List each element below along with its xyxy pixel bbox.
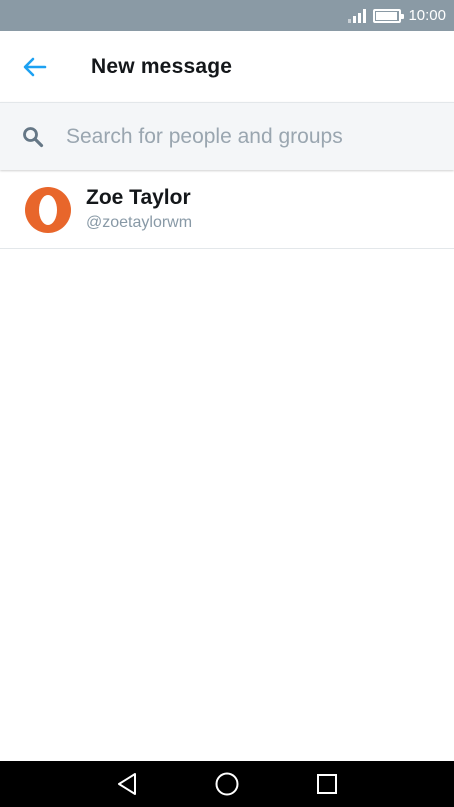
status-bar: 10:00 (0, 0, 454, 31)
search-input[interactable] (66, 103, 454, 170)
status-time: 10:00 (408, 7, 446, 24)
recents-square-icon (317, 774, 337, 794)
navigation-bar (0, 761, 454, 807)
battery-icon (373, 8, 405, 23)
search-icon (0, 126, 66, 148)
nav-home-button[interactable] (177, 761, 277, 807)
battery-fill (376, 11, 398, 20)
header: New message (0, 31, 454, 102)
nav-back-button[interactable] (77, 761, 177, 807)
page-title: New message (91, 54, 233, 78)
result-text: Zoe Taylor @zoetaylorwm (86, 185, 192, 234)
search-bar (0, 102, 454, 170)
result-handle: @zoetaylorwm (86, 214, 193, 231)
result-row[interactable]: Zoe Taylor @zoetaylorwm (0, 171, 454, 249)
screen: 10:00 New message Zoe Taylor @zoetaylorw… (0, 0, 454, 807)
nav-recents-button[interactable] (277, 761, 377, 807)
home-circle-icon (215, 772, 239, 796)
result-name: Zoe Taylor (86, 186, 191, 209)
arrow-left-icon (23, 57, 47, 76)
signal-icon (348, 8, 367, 23)
avatar-shape (39, 194, 57, 225)
avatar (25, 186, 71, 233)
back-button[interactable] (0, 31, 70, 102)
back-triangle-icon (118, 773, 136, 795)
